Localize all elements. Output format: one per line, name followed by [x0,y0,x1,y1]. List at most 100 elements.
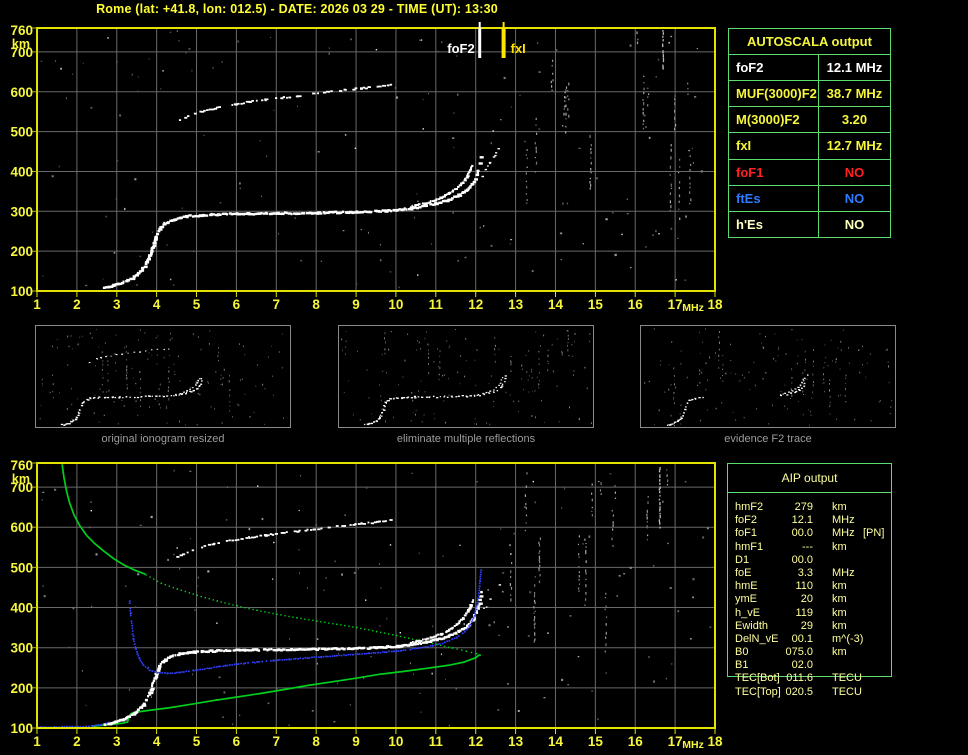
x-tick-label: 12 [468,297,483,312]
aip-label: foE [735,566,752,579]
y-tick-label: 100 [10,721,33,736]
trace-xmode [481,148,500,178]
table-row-fof2: foF2 12.1 MHz [729,55,890,82]
trace-xmode [483,584,502,609]
aip-label: foF1 [735,527,758,540]
aip-row-delnve: DelN_vE 00.1 m^(-3) [727,633,927,646]
aip-unit [813,554,863,567]
aip-value: 12.1 [791,514,813,527]
aip-unit: km [832,540,847,553]
aip-value: --- [802,540,813,553]
x-tick-label: 15 [588,734,604,749]
trace-hop2 [178,83,393,121]
panel-trace-frag2b [780,377,806,396]
aip-row-yme: ymE 20 km [727,593,927,606]
x-tick-label: 16 [628,297,644,312]
aip-label: hmF1 [735,540,764,553]
scaled-ionogram-svg: 1 2 3 4 5 6 7 8 9 10 11 12 13 14 15 16 17 18MHz7607006005… [10,22,723,314]
plot-grid [37,28,715,291]
fof2-marker-label: foF2 [447,41,474,56]
aip-row-foe: foE 3.3 MHz [727,567,927,580]
aip-label: Ewidth [735,619,769,632]
profile-ionogram-svg: 1 2 3 4 5 6 7 8 9 10 11 12 13 14 15 16 17 18MHz7607006005… [10,458,723,751]
aip-unit: TECU [832,672,862,685]
aip-value: 00.1 [791,632,813,645]
x-tick-label: 6 [233,297,241,312]
autoscala-screen: Rome (lat: +41.8, lon: 012.5) - DATE: 20… [0,0,968,755]
hpes-value: NO [844,216,865,232]
aip-unit: TECU [832,685,862,698]
y-tick-label: 300 [10,641,33,656]
aip-value: 00.0 [791,553,813,566]
trace-blue_F [128,569,483,675]
x-tick-label: 2 [73,297,81,312]
trace-branch2 [409,599,475,644]
aip-row-hmf2: hmF2 279 km [727,501,927,514]
x-tick-label: 2 [73,734,81,749]
y-axis-unit: km [12,37,30,51]
aip-unit: MHz [832,566,855,579]
aip-unit: km [832,580,847,593]
table-row-fxi: fxI 12.7 MHz [729,133,890,160]
x-tick-label: 15 [588,297,604,312]
aip-value: 011.6 [786,672,813,685]
trace-green_top_solid [61,464,146,575]
aip-row-tecbot: TEC[Bot] 011.6 TECU [727,672,927,685]
aip-label: h_vE [735,606,761,619]
y-tick-label: 500 [10,560,33,575]
aip-row-fof1: foF1 00.0 MHz [PN] [727,527,927,540]
panel-noise [644,328,893,427]
panel-trace-main [60,378,203,426]
x-tick-label: 1 [33,297,41,312]
panel-caption-evidence: evidence F2 trace [724,433,812,445]
fxi-label: fxI [729,133,819,159]
x-tick-label: 14 [548,734,564,749]
x-tick-label: 5 [193,734,201,749]
aip-unit: km [832,593,847,606]
panel-eliminate-reflections [338,325,594,428]
x-tick-label: 6 [233,734,241,749]
y-tick-label: 500 [10,125,33,140]
aip-value: 29 [800,619,813,632]
aip-unit: MHz [832,514,855,527]
y-axis-unit: km [12,472,30,486]
aip-label: B0 [735,646,749,659]
aip-value: 00.0 [791,527,813,540]
aip-label: B1 [735,659,749,672]
x-tick-label: 3 [113,734,121,749]
table-row-fof1: foF1 NO [729,159,890,186]
m3000f2-label: M(3000)F2 [729,107,819,133]
x-tick-label: 11 [429,734,444,749]
x-tick-label: 8 [312,297,320,312]
panel-trace-branch2 [482,377,504,395]
x-tick-label: 18 [707,734,723,749]
fof1-value: NO [844,164,865,180]
scaled-ionogram-plot: 1 2 3 4 5 6 7 8 9 10 11 12 13 14 15 16 17 18 MHz 760 700 600 5… [0,20,730,316]
x-tick-label: 17 [668,297,683,312]
aip-unit: km [832,646,847,659]
plot-grid [37,463,715,728]
aip-unit [813,659,863,672]
x-tick-label: 13 [508,734,524,749]
aip-note: [PN] [863,527,885,540]
panel-svg-0 [39,329,284,426]
y-tick-label: 200 [10,244,33,259]
panel-trace-frag1 [667,396,704,426]
y-tick-label: 100 [10,284,33,299]
x-tick-label: 5 [193,297,201,312]
table-row-m3000f2: M(3000)F2 3.20 [729,107,890,134]
aip-value: 119 [795,606,813,619]
hpes-label: h'Es [729,211,819,237]
x-tick-label: 14 [548,297,564,312]
x-tick-label: 7 [273,297,281,312]
aip-label: TEC[Bot] [735,672,780,685]
axis-labels: 1 2 3 4 5 6 7 8 9 10 11 12 13 14 15 16 17 18MHz7607006005… [10,23,723,314]
y-tick-label: 200 [10,681,33,696]
x-tick-label: 4 [153,297,161,312]
table-row-muf3000f2: MUF(3000)F2 38.7 MHz [729,81,890,108]
aip-label: DelN_vE [735,632,779,645]
x-tick-label: 17 [668,734,683,749]
noise-echoes [40,30,703,289]
x-tick-label: 1 [33,734,41,749]
aip-value: 279 [794,501,813,513]
